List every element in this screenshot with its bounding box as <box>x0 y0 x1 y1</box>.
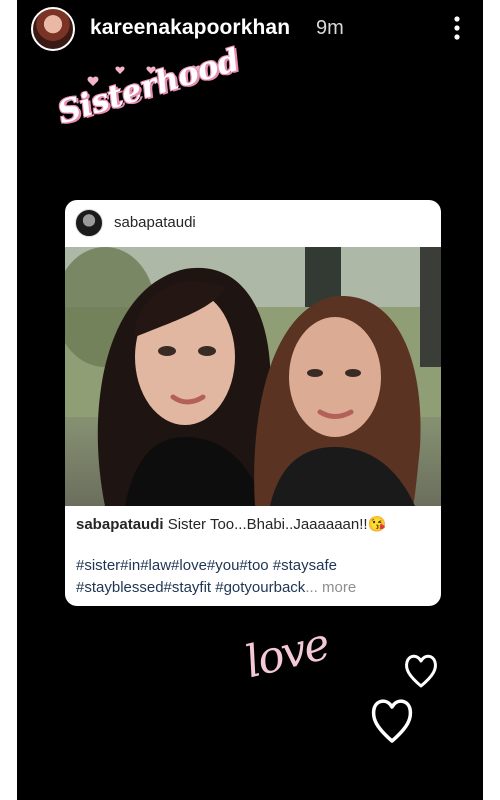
heart-outline-icon-large <box>371 699 413 743</box>
post-photo[interactable] <box>65 247 441 506</box>
caption-ellipsis: ... <box>305 579 318 596</box>
post-header: sabapataudi <box>65 200 441 246</box>
caption-username[interactable]: sabapataudi <box>76 516 164 533</box>
sisterhood-sticker: Sisterhood <box>54 42 244 172</box>
photo-illustration <box>65 247 441 506</box>
heart-outline-icon <box>405 654 437 688</box>
post-hashtags: #sister#in#law#love#you#too #staysafe #s… <box>76 555 438 599</box>
story-header: kareenakapoorkhan 9m <box>17 0 483 58</box>
post-caption: sabapataudi Sister Too...Bhabi..Jaaaaaan… <box>76 514 432 536</box>
avatar[interactable] <box>31 7 75 51</box>
story-viewer[interactable]: kareenakapoorkhan 9m Sisterhood sabapata… <box>17 0 483 800</box>
post-avatar[interactable] <box>75 209 103 237</box>
more-vertical-icon[interactable] <box>447 14 467 42</box>
love-sticker: love <box>240 618 334 689</box>
story-username[interactable]: kareenakapoorkhan <box>90 16 290 40</box>
hashtags-line-2[interactable]: #stayblessed#stayfit #gotyourback <box>76 579 305 596</box>
caption-text: Sister Too...Bhabi..Jaaaaaan!!😘 <box>163 516 387 533</box>
story-timestamp: 9m <box>316 17 344 39</box>
shared-post-card[interactable]: sabapataudi sabapataudi Sister Too...Bha… <box>65 200 441 606</box>
post-username[interactable]: sabapataudi <box>114 214 196 231</box>
more-link[interactable]: more <box>318 579 356 596</box>
hashtags-line-1[interactable]: #sister#in#law#love#you#too #staysafe <box>76 555 438 577</box>
